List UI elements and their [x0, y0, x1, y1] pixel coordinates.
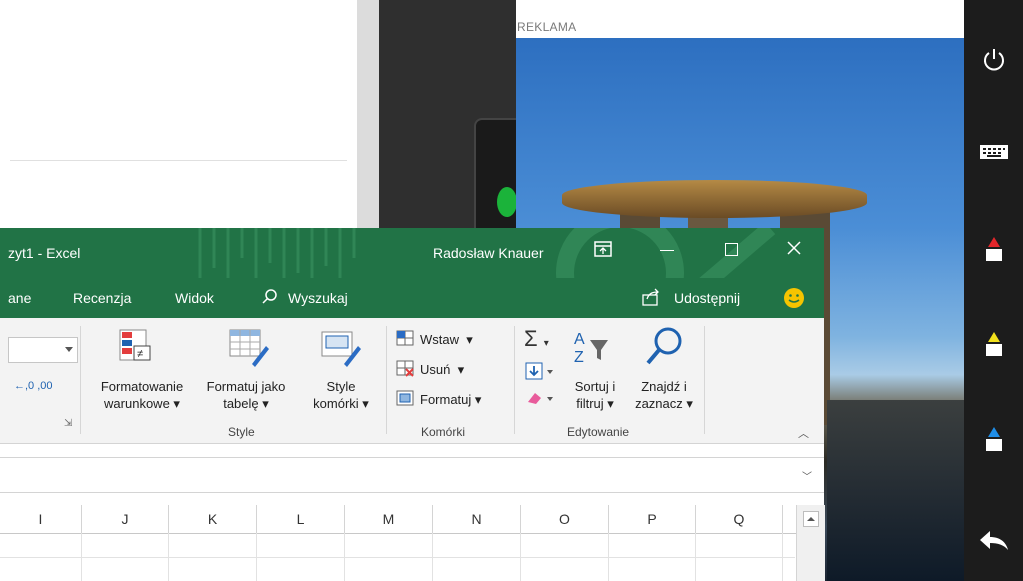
format-label: Formatuj — [420, 392, 472, 407]
smiley-icon[interactable] — [783, 287, 805, 314]
find-line2: zaznacz — [635, 396, 683, 411]
format-cells-icon[interactable] — [396, 390, 416, 413]
sort-line1: Sortuj i — [574, 379, 616, 394]
side-toolbar — [964, 0, 1023, 581]
autosum-icon[interactable]: Σ ▾ — [524, 326, 549, 352]
conditional-format-button[interactable]: Formatowanie warunkowe ▾ — [87, 378, 197, 412]
ad-label: REKLAMA — [517, 20, 577, 34]
sort-filter-button[interactable]: Sortuj i filtruj ▾ — [563, 378, 627, 412]
conditional-format-icon[interactable]: ≠ — [116, 328, 156, 371]
ribbon-separator — [514, 326, 515, 434]
format-table-line2: tabelę — [223, 396, 259, 411]
column-header[interactable]: O — [521, 505, 609, 533]
format-table-line1: Formatuj jako — [206, 379, 286, 394]
column-header[interactable]: K — [169, 505, 257, 533]
svg-text:≠: ≠ — [137, 348, 143, 360]
close-icon[interactable] — [786, 240, 802, 261]
minimize-icon[interactable] — [660, 250, 674, 251]
share-icon[interactable] — [641, 287, 661, 312]
group-label-style: Style — [228, 425, 255, 439]
ribbon-separator — [386, 326, 387, 434]
tab-widok[interactable]: Widok — [175, 290, 214, 306]
ribbon-display-icon[interactable] — [594, 241, 612, 262]
cond-format-line2: warunkowe — [104, 396, 170, 411]
formula-bar[interactable] — [0, 457, 824, 493]
delete-button[interactable]: Usuń ▾ — [420, 361, 464, 378]
ribbon-separator — [704, 326, 705, 434]
sort-filter-icon[interactable]: AZ — [572, 328, 612, 373]
maximize-icon[interactable] — [725, 243, 738, 256]
format-button[interactable]: Formatuj ▾ — [420, 391, 481, 408]
search-icon[interactable] — [261, 288, 279, 311]
group-label-cells: Komórki — [421, 425, 466, 439]
page-divider — [10, 160, 347, 161]
search-field[interactable]: Wyszukaj — [288, 290, 348, 306]
format-as-table-icon[interactable] — [228, 328, 270, 373]
svg-text:A: A — [574, 331, 585, 348]
clear-icon[interactable] — [525, 390, 555, 411]
column-header[interactable]: J — [82, 505, 169, 533]
insert-label: Wstaw — [420, 332, 459, 347]
ribbon-separator — [80, 326, 81, 434]
sort-line2: filtruj — [576, 396, 604, 411]
page-scrollbar[interactable] — [357, 0, 379, 230]
cell-styles-line1: Style — [326, 379, 356, 394]
power-icon[interactable] — [964, 40, 1023, 80]
cell-styles-line2: komórki — [313, 396, 359, 411]
cell-styles-button[interactable]: Style komórki ▾ — [300, 378, 382, 412]
insert-cells-icon[interactable] — [396, 330, 416, 353]
column-header[interactable]: N — [433, 505, 521, 533]
yellow-pen-icon[interactable] — [964, 325, 1023, 365]
column-header[interactable]: P — [609, 505, 696, 533]
fill-icon[interactable] — [525, 362, 555, 385]
blue-pen-icon[interactable] — [964, 420, 1023, 460]
group-label-editing: Edytowanie — [567, 425, 630, 439]
tab-partial[interactable]: ane — [8, 290, 31, 306]
cond-format-line1: Formatowanie — [100, 379, 184, 394]
expand-formula-icon[interactable]: ﹀ — [802, 468, 812, 483]
column-header[interactable]: Q — [696, 505, 783, 533]
column-header[interactable]: L — [257, 505, 345, 533]
back-arrow-icon[interactable] — [964, 520, 1023, 560]
excel-title: zyt1 - Excel — [8, 245, 81, 261]
column-header[interactable]: M — [345, 505, 433, 533]
svg-text:Z: Z — [574, 349, 584, 366]
tab-recenzja[interactable]: Recenzja — [73, 290, 131, 306]
increase-decimal-icon[interactable]: ←,0 ,00 — [14, 380, 53, 392]
find-line1: Znajdź i — [641, 379, 687, 394]
column-header[interactable]: I — [0, 505, 82, 533]
share-button[interactable]: Udostępnij — [674, 290, 740, 306]
delete-label: Usuń — [420, 362, 451, 377]
keyboard-icon[interactable] — [964, 132, 1023, 172]
delete-cells-icon[interactable] — [396, 360, 416, 383]
green-dot — [497, 187, 517, 217]
insert-button[interactable]: Wstaw ▾ — [420, 331, 473, 348]
hotel-skypark — [562, 180, 867, 218]
collapse-ribbon-icon[interactable]: ︿ — [798, 425, 809, 441]
scroll-up-icon[interactable] — [803, 511, 819, 527]
cell-styles-icon[interactable] — [320, 328, 362, 373]
user-name[interactable]: Radosław Knauer — [433, 245, 544, 261]
dialog-launcher-icon[interactable]: ⇲ — [64, 418, 72, 429]
red-pen-icon[interactable] — [964, 230, 1023, 270]
format-as-table-button[interactable]: Formatuj jako tabelę ▾ — [197, 378, 295, 412]
number-format-dropdown[interactable] — [8, 337, 78, 363]
grid-line — [0, 557, 795, 558]
excel-titlebar[interactable] — [0, 228, 824, 318]
water-reflection — [827, 400, 964, 581]
find-select-icon[interactable] — [644, 326, 684, 371]
find-select-button[interactable]: Znajdź i zaznacz ▾ — [628, 378, 700, 412]
